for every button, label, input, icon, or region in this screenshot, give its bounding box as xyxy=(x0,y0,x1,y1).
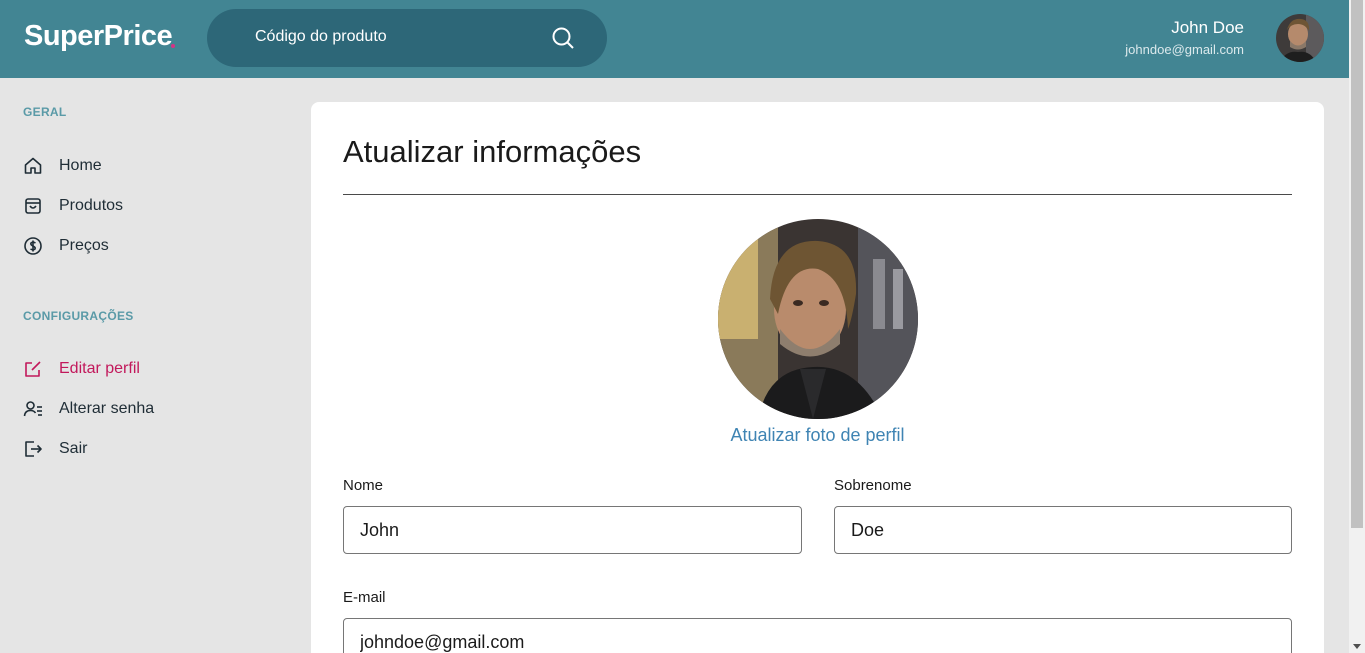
logo-dot xyxy=(171,44,175,48)
sidebar-item-home[interactable]: Home xyxy=(23,154,102,178)
sidebar: GERAL Home Produtos Preços CONFIGURAÇÕES… xyxy=(0,78,311,653)
sidebar-item-label: Alterar senha xyxy=(59,400,155,417)
section-title-general: GERAL xyxy=(23,105,67,119)
title-divider xyxy=(343,194,1292,195)
sidebar-item-editar-perfil[interactable]: Editar perfil xyxy=(23,357,140,381)
search-icon[interactable] xyxy=(551,26,575,50)
email-field[interactable] xyxy=(343,618,1292,653)
search-input[interactable]: Código do produto xyxy=(255,28,387,46)
app-logo[interactable]: SuperPrice xyxy=(24,20,173,53)
scrollbar-thumb[interactable] xyxy=(1351,0,1363,528)
edit-icon xyxy=(25,361,41,377)
user-email: johndoe@gmail.com xyxy=(1125,42,1244,57)
update-photo-link[interactable]: Atualizar foto de perfil xyxy=(311,425,1324,446)
page-scrollbar[interactable] xyxy=(1349,0,1365,653)
scroll-down-arrow-icon[interactable] xyxy=(1353,644,1361,649)
dollar-circle-icon xyxy=(24,237,42,255)
first-name-field[interactable] xyxy=(343,506,802,554)
top-header: SuperPrice Código do produto John Doe jo… xyxy=(0,0,1349,78)
sidebar-item-label: Home xyxy=(59,157,102,174)
sidebar-item-alterar-senha[interactable]: Alterar senha xyxy=(23,397,154,421)
user-lock-icon xyxy=(23,401,42,417)
email-label: E-mail xyxy=(343,589,386,606)
avatar[interactable] xyxy=(1276,14,1324,62)
sidebar-item-label: Sair xyxy=(59,440,88,457)
page-title: Atualizar informações xyxy=(343,134,642,169)
sidebar-item-produtos[interactable]: Produtos xyxy=(23,194,123,218)
sidebar-item-label: Produtos xyxy=(59,197,124,214)
home-icon xyxy=(24,157,42,174)
sidebar-item-sair[interactable]: Sair xyxy=(23,437,87,461)
section-title-settings: CONFIGURAÇÕES xyxy=(23,309,134,323)
last-name-label: Sobrenome xyxy=(834,477,912,494)
profile-form-card: Atualizar informações Atualizar foto de … xyxy=(311,102,1324,653)
product-search[interactable]: Código do produto xyxy=(207,9,607,67)
logout-icon xyxy=(25,441,42,457)
shopping-bag-icon xyxy=(25,198,41,214)
profile-photo xyxy=(718,219,918,419)
sidebar-item-label: Preços xyxy=(59,237,109,254)
first-name-label: Nome xyxy=(343,477,384,494)
sidebar-item-precos[interactable]: Preços xyxy=(23,234,109,258)
last-name-field[interactable] xyxy=(834,506,1292,554)
sidebar-item-label: Editar perfil xyxy=(59,360,140,377)
user-name: John Doe xyxy=(1171,18,1244,37)
